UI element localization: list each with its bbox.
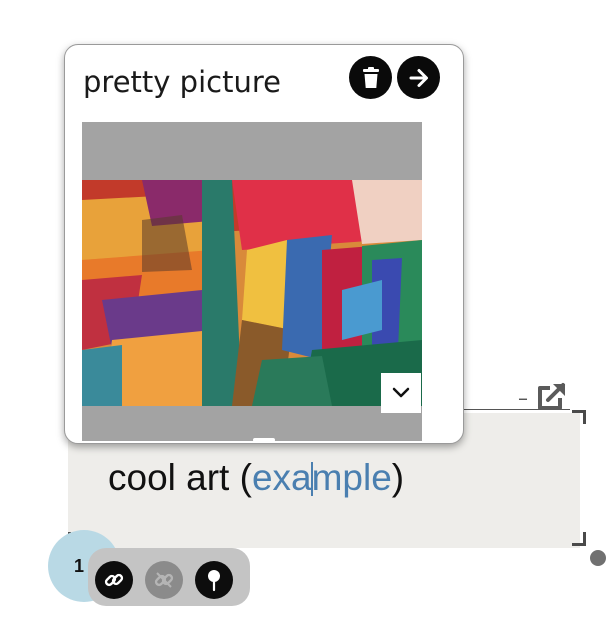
- drag-handle[interactable]: [253, 438, 275, 442]
- external-link-icon: [538, 383, 565, 410]
- link-icon: [104, 573, 124, 587]
- link-button[interactable]: [95, 561, 133, 599]
- selection-corner: [572, 410, 586, 424]
- note-link[interactable]: example: [252, 457, 392, 498]
- abstract-painting-image: [82, 180, 422, 406]
- minimize-button[interactable]: –: [514, 388, 532, 408]
- open-external-button[interactable]: [536, 382, 568, 412]
- note-text[interactable]: cool art (example): [108, 456, 404, 500]
- trash-icon: [362, 66, 379, 88]
- resize-handle[interactable]: [590, 550, 606, 566]
- unlink-button[interactable]: [145, 561, 183, 599]
- unlink-icon: [154, 572, 174, 588]
- open-button[interactable]: [397, 56, 440, 99]
- arrow-right-icon: [409, 68, 428, 87]
- footnote-number: 1: [74, 556, 85, 576]
- note-link-part: mple: [311, 457, 392, 498]
- note-link-part: exa: [251, 457, 312, 498]
- pin-icon: [208, 570, 220, 592]
- note-text-before: cool art (: [108, 457, 252, 498]
- expand-button[interactable]: [381, 373, 421, 413]
- image-preview[interactable]: [82, 122, 422, 441]
- popup-title: pretty picture: [83, 65, 281, 99]
- delete-button[interactable]: [349, 56, 392, 99]
- note-text-after: ): [391, 457, 405, 498]
- chevron-down-icon: [392, 387, 410, 398]
- canvas: cool art (example) – 1 pretty picture: [0, 0, 616, 626]
- pin-button[interactable]: [195, 561, 233, 599]
- selection-corner: [572, 532, 586, 546]
